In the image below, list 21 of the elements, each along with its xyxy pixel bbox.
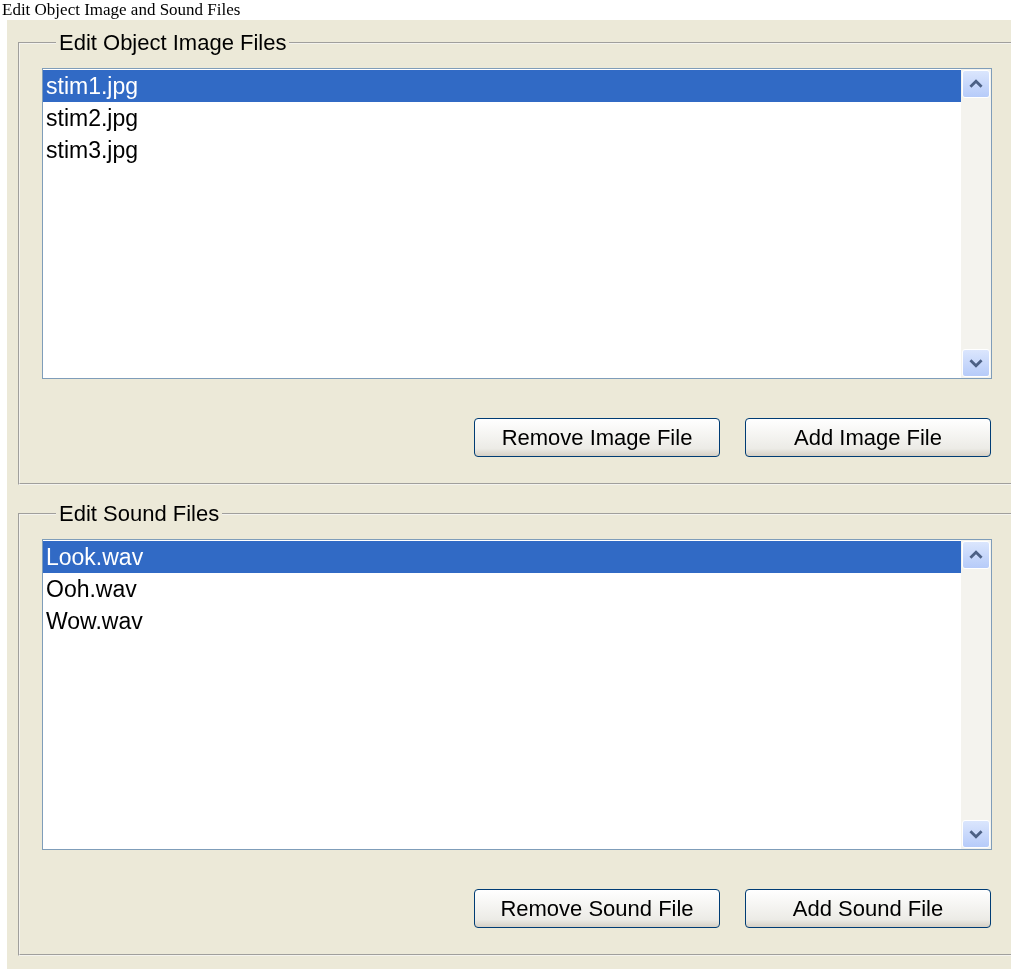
add-button[interactable]: Add Sound File — [745, 889, 991, 928]
group-title: Edit Object Image Files — [58, 30, 288, 56]
remove-button[interactable]: Remove Sound File — [474, 889, 720, 928]
group-title: Edit Sound Files — [58, 501, 221, 527]
file-list[interactable]: Look.wav Ooh.wav Wow.wav — [42, 539, 992, 850]
scrollbar[interactable] — [961, 540, 991, 849]
scroll-down-icon[interactable] — [962, 820, 990, 848]
list-item[interactable]: stim3.jpg — [43, 134, 961, 166]
list-item[interactable]: stim1.jpg — [43, 70, 961, 102]
page-title: Edit Object Image and Sound Files — [1, 0, 242, 20]
file-list[interactable]: stim1.jpg stim2.jpg stim3.jpg — [42, 68, 992, 379]
list-item[interactable]: stim2.jpg — [43, 102, 961, 134]
list-item[interactable]: Wow.wav — [43, 605, 961, 637]
scroll-up-icon[interactable] — [962, 70, 990, 98]
scroll-down-icon[interactable] — [962, 349, 990, 377]
list-item[interactable]: Ooh.wav — [43, 573, 961, 605]
remove-button[interactable]: Remove Image File — [474, 418, 720, 457]
scroll-up-icon[interactable] — [962, 541, 990, 569]
scrollbar[interactable] — [961, 69, 991, 378]
add-button[interactable]: Add Image File — [745, 418, 991, 457]
list-item[interactable]: Look.wav — [43, 541, 961, 573]
